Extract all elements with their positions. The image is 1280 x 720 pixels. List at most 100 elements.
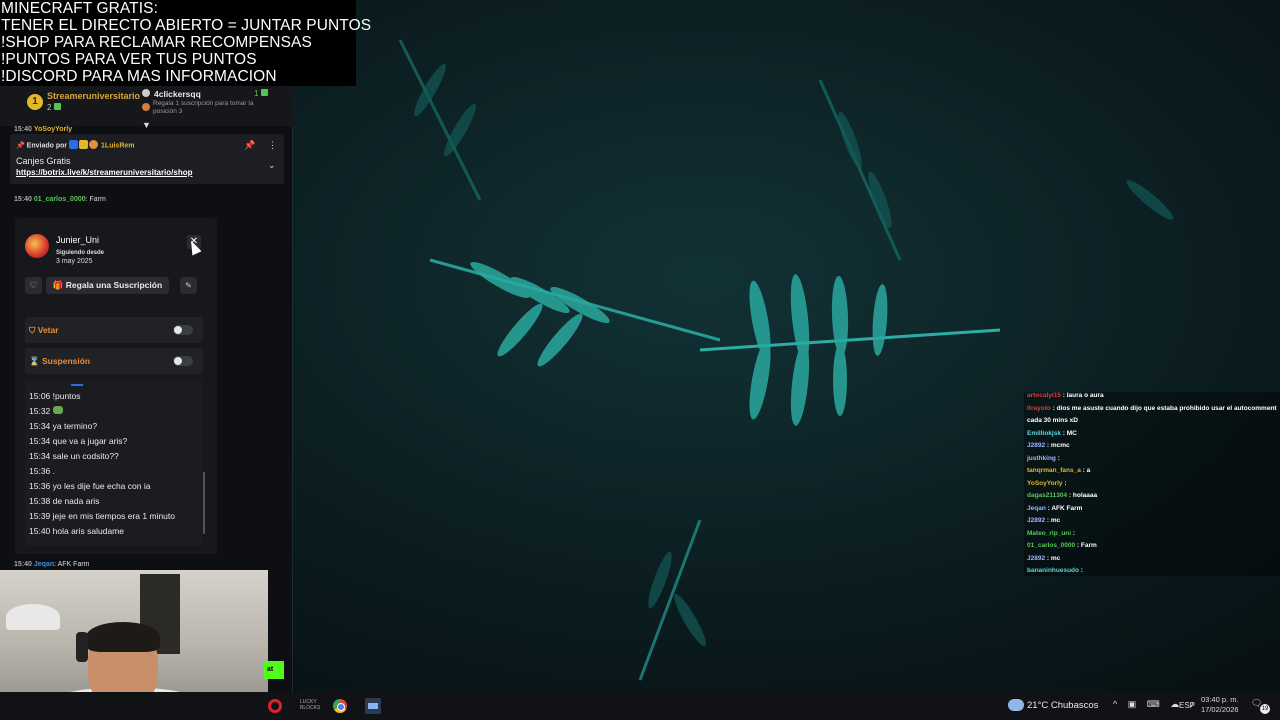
follow-heart-button[interactable]: ♡ bbox=[25, 277, 42, 294]
more-options-icon[interactable]: ⋮ bbox=[268, 140, 277, 151]
overlay-chat-line: J2892 : mc bbox=[1027, 517, 1061, 524]
sender-badges bbox=[69, 140, 99, 151]
mod-actions-button[interactable]: ✎ bbox=[180, 277, 197, 294]
overlay-chat-user: 01_carlos_0000 bbox=[1027, 542, 1076, 549]
chevron-down-icon[interactable]: ⌄ bbox=[268, 160, 276, 171]
overlay-chat-text: mc bbox=[1050, 554, 1061, 562]
overlay-chat-line: cada 30 mins xD bbox=[1027, 417, 1078, 424]
pinned-message[interactable]: 📌 Enviado por 1LuisRem Canjes Gratis htt… bbox=[10, 134, 284, 184]
history-line: 15:34 ya termino? bbox=[29, 421, 98, 431]
gem-icon bbox=[261, 89, 269, 96]
timeout-toggle[interactable] bbox=[173, 356, 193, 366]
notification-icon[interactable]: 🗨 19 bbox=[1251, 698, 1270, 714]
overlay-chat-user: J2892 bbox=[1027, 554, 1046, 562]
taskbar: LUCKY BLOCKS 21°C Chubascos ^ ▣ ⌨ ☁ ♪ ES… bbox=[0, 692, 1280, 720]
pinned-sender-row: 📌 Enviado por 1LuisRem bbox=[16, 140, 135, 151]
timeout-label: ⌛ Suspensión bbox=[29, 356, 91, 366]
overlay-line: TENER EL DIRECTO ABIERTO = JUNTAR PUNTOS bbox=[1, 17, 372, 34]
lucky-blocks-icon[interactable]: LUCKY BLOCKS bbox=[300, 699, 320, 713]
language-indicator[interactable]: ESP bbox=[1179, 701, 1195, 710]
overlay-chat-text: laura o aura bbox=[1066, 392, 1104, 399]
overlay-line: !DISCORD PARA MAS INFORMACION bbox=[1, 68, 277, 85]
overlay-line: MINECRAFT GRATIS: bbox=[1, 0, 158, 17]
chat-send-button[interactable]: at bbox=[264, 661, 284, 679]
unpin-icon[interactable]: 📌 bbox=[244, 140, 255, 151]
pinned-title: Canjes Gratis bbox=[16, 156, 71, 166]
gift-leaderboard[interactable]: 1 Streameruniversitario 2 4clickersqq 1 … bbox=[0, 86, 293, 130]
overlay-chat-line: justhking : bbox=[1027, 454, 1060, 462]
gift-icon bbox=[142, 103, 150, 111]
rank-medal: 1 bbox=[27, 94, 43, 110]
ban-row: ⛉ Vetar bbox=[25, 317, 203, 343]
history-line: 15:38 de nada aris bbox=[29, 496, 100, 506]
ban-label: ⛉ Vetar bbox=[29, 325, 59, 335]
overlay-chat-user: bananinhuesudo bbox=[1027, 567, 1079, 574]
user-icon bbox=[142, 89, 150, 97]
chat-line: 15:40 Jeqan: AFK Farm bbox=[14, 561, 90, 568]
notification-count: 19 bbox=[1260, 704, 1270, 714]
leader-gift-hint: Regala 1 suscripción para tomar la posic… bbox=[153, 100, 254, 115]
overlay-chat-line: Emilliokjsk : MC bbox=[1027, 429, 1077, 437]
following-label: Siguiendo desde bbox=[56, 250, 105, 256]
overlay-chat-line: bananinhuesudo : bbox=[1027, 567, 1083, 574]
shield-icon: ⛉ bbox=[29, 325, 38, 335]
overlay-chat-text: a bbox=[1086, 467, 1091, 474]
gem-icon bbox=[54, 103, 62, 110]
overlay-chat-text: AFK Farm bbox=[1051, 504, 1083, 512]
history-line: 15:39 jeje en mis tiempos era 1 minuto bbox=[29, 511, 175, 521]
webcam-lamp bbox=[6, 604, 60, 630]
overlay-chat-line: J2892 : mcmc bbox=[1027, 442, 1070, 449]
history-line: 15:36 yo les dije fue echa con ia bbox=[29, 481, 151, 491]
pin-icon: 📌 bbox=[16, 142, 25, 150]
overlay-chat-user: YoSoyYorly bbox=[1027, 479, 1063, 487]
overlay-chat-line: Itrayoto : dios me asuste cuando dijo qu… bbox=[1027, 404, 1277, 412]
timeout-row: ⌛ Suspensión bbox=[25, 348, 203, 374]
overlay-line: !PUNTOS PARA VER TUS PUNTOS bbox=[1, 51, 257, 68]
overlay-chat-user: artocalyi15 bbox=[1027, 392, 1061, 399]
history-line: 15:34 sale un codsito?? bbox=[29, 451, 119, 461]
card-username[interactable]: Junier_Uni bbox=[56, 235, 99, 245]
overlay-chat-user: Jeqan bbox=[1027, 504, 1046, 512]
hourglass-icon: ⌛ bbox=[29, 356, 42, 366]
chat-line-partial: 15:40 YoSoyYorly bbox=[14, 126, 73, 133]
chat-line: 15:40 01_carlos_0000: Farm bbox=[14, 196, 106, 203]
scroll-indicator bbox=[71, 384, 83, 386]
gift-subscription-button[interactable]: 🎁 Regala una Suscripción bbox=[46, 277, 169, 294]
overlay-chat-line: Mateo_rip_uni : bbox=[1027, 529, 1076, 537]
opera-icon[interactable] bbox=[268, 699, 282, 713]
leader-first-name: Streameruniversitario bbox=[47, 91, 141, 101]
stream-overlay-text: MINECRAFT GRATIS: TENER EL DIRECTO ABIER… bbox=[0, 0, 372, 86]
overlay-chat-user: Mateo_rip_uni bbox=[1027, 529, 1072, 537]
webcam-headset bbox=[76, 632, 88, 662]
clock[interactable]: 03:40 p. m. 17/02/2026 bbox=[1201, 695, 1239, 715]
history-line: 15:36 . bbox=[29, 466, 55, 476]
weather-text[interactable]: 21°C Chubascos bbox=[1027, 700, 1098, 711]
expand-icon[interactable]: ▼ bbox=[142, 120, 151, 130]
overlay-chat-text: Farm bbox=[1080, 542, 1097, 549]
weather-icon[interactable] bbox=[1008, 699, 1024, 711]
overlay-chat-line: tanqrman_fans_a : a bbox=[1027, 467, 1091, 474]
app-window-icon[interactable] bbox=[365, 698, 381, 714]
message-history: 15:06 !puntos 15:32 15:34 ya termino? 15… bbox=[25, 380, 205, 546]
overlay-chat-line: artocalyi15 : laura o aura bbox=[1027, 392, 1104, 399]
emote-icon bbox=[52, 406, 63, 414]
stream-chat-overlay: artocalyi15 : laura o aura Itrayoto : dio… bbox=[1024, 392, 1280, 576]
overlay-chat-text: mcmc bbox=[1050, 442, 1070, 449]
chrome-icon[interactable] bbox=[333, 699, 347, 713]
overlay-chat-line: dagas211304 : holaaaa bbox=[1027, 492, 1098, 499]
pinned-link[interactable]: https://botrix.live/k/streameruniversita… bbox=[16, 168, 193, 177]
webcam-hair bbox=[86, 622, 160, 652]
ban-toggle[interactable] bbox=[173, 325, 193, 335]
overlay-chat-user: Emilliokjsk bbox=[1027, 429, 1061, 437]
overlay-chat-user: J2892 bbox=[1027, 517, 1046, 524]
overlay-chat-line: J2892 : mc bbox=[1027, 554, 1061, 562]
overlay-chat-user: Itrayoto bbox=[1027, 404, 1051, 412]
overlay-chat-text: MC bbox=[1066, 429, 1077, 437]
overlay-line: !SHOP PARA RECLAMAR RECOMPENSAS bbox=[1, 34, 312, 51]
overlay-chat-user: tanqrman_fans_a bbox=[1027, 467, 1081, 474]
overlay-chat-user: dagas211304 bbox=[1027, 492, 1068, 499]
user-card-popup: Junier_Uni Siguiendo desde 3 may 2025 ✕ … bbox=[15, 218, 217, 554]
following-date: 3 may 2025 bbox=[56, 258, 93, 265]
sent-by-label: Enviado por bbox=[26, 142, 68, 150]
scrollbar[interactable] bbox=[203, 472, 205, 534]
